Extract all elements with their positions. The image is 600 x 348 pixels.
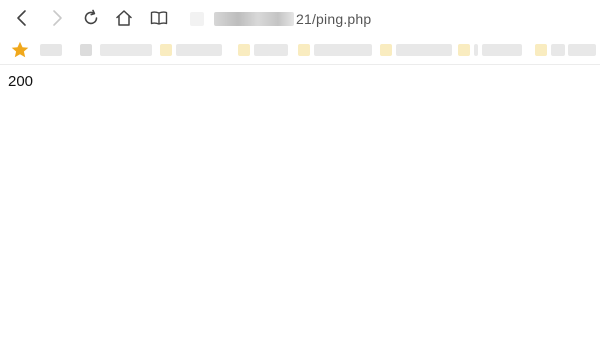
bookmark-favicon: [238, 44, 250, 56]
reading-mode-button[interactable]: [147, 6, 171, 30]
book-icon: [150, 11, 168, 25]
bookmark-item[interactable]: [568, 43, 596, 57]
address-bar[interactable]: 21/ping.php: [190, 8, 590, 30]
bookmark-favicon: [535, 44, 547, 56]
reload-button[interactable]: [79, 6, 103, 30]
chevron-left-icon: [17, 10, 26, 26]
browser-toolbar: 21/ping.php: [0, 0, 600, 36]
back-button[interactable]: [10, 6, 34, 30]
bookmark-item[interactable]: [298, 43, 372, 57]
bookmark-item[interactable]: [380, 43, 452, 57]
bookmark-favicon: [380, 44, 392, 56]
home-button[interactable]: [112, 6, 136, 30]
redacted-host: [214, 12, 294, 26]
bookmark-item[interactable]: [482, 43, 522, 57]
bookmark-item[interactable]: [160, 43, 222, 57]
page-body-text: 200: [8, 73, 34, 90]
bookmark-item[interactable]: [268, 43, 288, 57]
bookmark-favicon: [160, 44, 172, 56]
bookmark-item[interactable]: [40, 43, 62, 57]
bookmark-item[interactable]: [458, 43, 478, 57]
bookmark-favicon: [458, 44, 470, 56]
home-icon: [116, 10, 132, 26]
site-favicon: [190, 12, 204, 26]
bookmark-item[interactable]: [100, 43, 152, 57]
chevron-right-icon: [53, 10, 62, 26]
url-text: 21/ping.php: [296, 11, 372, 27]
star-icon[interactable]: [10, 40, 30, 60]
bookmark-item[interactable]: [238, 43, 270, 57]
bookmark-favicon: [298, 44, 310, 56]
bookmarks-bar: [0, 36, 600, 65]
reload-icon: [84, 9, 98, 25]
bookmark-item[interactable]: [80, 43, 92, 57]
forward-button[interactable]: [45, 6, 69, 30]
bookmark-item[interactable]: [535, 43, 565, 57]
